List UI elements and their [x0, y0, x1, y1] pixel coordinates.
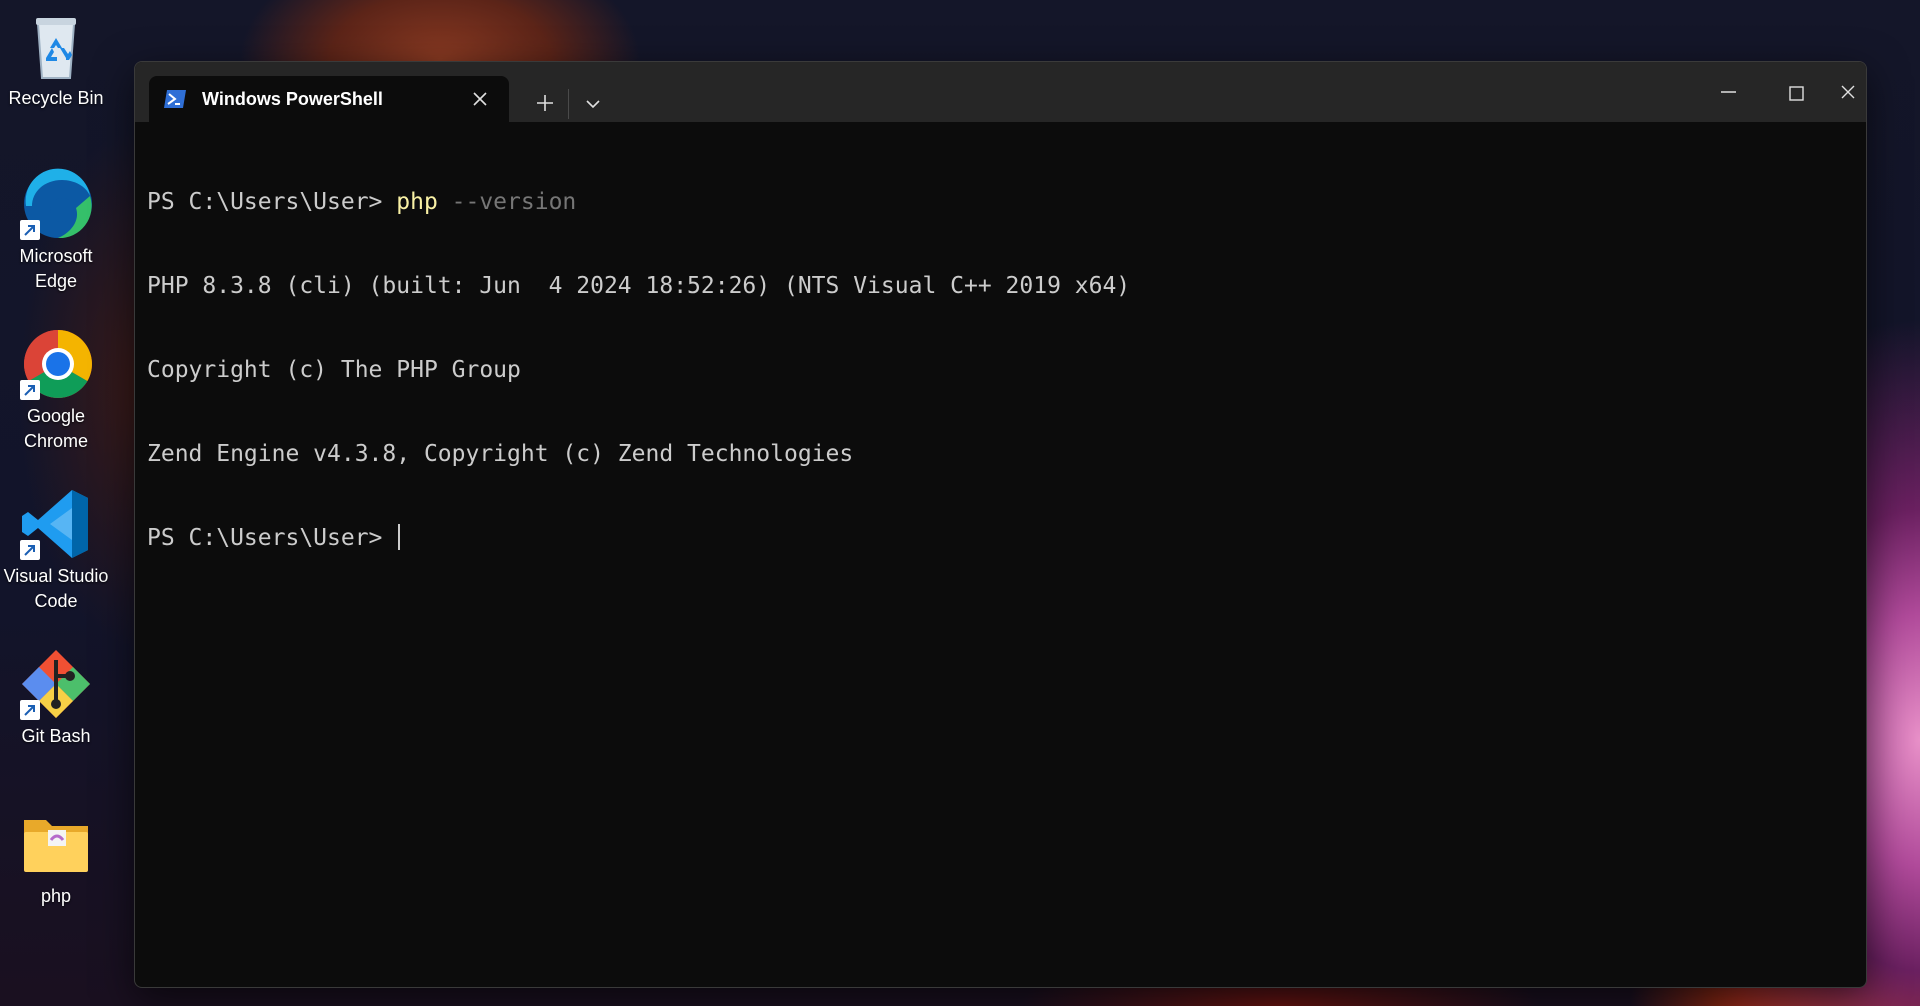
tab-windows-powershell[interactable]: Windows PowerShell — [149, 76, 509, 122]
console-line: Zend Engine v4.3.8, Copyright (c) Zend T… — [147, 441, 854, 467]
recycle-bin-icon — [18, 8, 94, 84]
tab-title: Windows PowerShell — [202, 89, 383, 109]
shortcut-arrow-icon — [20, 540, 40, 560]
desktop-icon-php-folder[interactable]: php — [0, 806, 112, 909]
edge-icon — [18, 166, 94, 242]
chevron-down-icon[interactable] — [576, 86, 610, 120]
close-icon[interactable] — [1830, 62, 1866, 122]
command-argument: --version — [437, 189, 577, 215]
console-line: PS C:\Users\User> — [147, 524, 1854, 552]
console-line: PS C:\Users\User> php --version — [147, 188, 1854, 216]
desktop-icon-recycle-bin[interactable]: Recycle Bin — [0, 8, 112, 111]
tab-separator — [568, 89, 569, 119]
desktop-icon-label: Microsoft Edge — [19, 246, 93, 291]
desktop-icon-edge[interactable]: Microsoft Edge — [0, 166, 112, 294]
text-cursor — [398, 524, 401, 550]
desktop-icon-label: Google Chrome — [23, 406, 89, 451]
shortcut-arrow-icon — [20, 700, 40, 720]
chrome-icon — [18, 326, 94, 402]
shortcut-arrow-icon — [20, 220, 40, 240]
prompt: PS C:\Users\User> — [147, 525, 397, 551]
desktop-icon-label: Recycle Bin — [8, 88, 104, 108]
minimize-icon[interactable] — [1694, 62, 1762, 122]
desktop-icon-git-bash[interactable]: Git Bash — [0, 646, 112, 749]
desktop-icon-vscode[interactable]: Visual Studio Code — [0, 486, 112, 614]
folder-icon — [18, 806, 94, 882]
powershell-icon — [163, 89, 187, 109]
prompt: PS C:\Users\User> — [147, 189, 397, 215]
shortcut-arrow-icon — [20, 380, 40, 400]
console-output[interactable]: PS C:\Users\User> php --version PHP 8.3.… — [147, 132, 1854, 987]
console-line: PHP 8.3.8 (cli) (built: Jun 4 2024 18:52… — [147, 273, 1131, 299]
desktop-icon-chrome[interactable]: Google Chrome — [0, 326, 112, 454]
tab-close-icon[interactable] — [470, 89, 490, 109]
desktop-icon-label: php — [40, 886, 72, 906]
desktop-icon-label: Visual Studio Code — [3, 566, 109, 611]
maximize-icon[interactable] — [1762, 62, 1830, 122]
command: php — [396, 189, 438, 215]
console-line: Copyright (c) The PHP Group — [147, 357, 521, 383]
desktop-icon-label: Git Bash — [21, 726, 91, 746]
vscode-icon — [18, 486, 94, 562]
new-tab-icon[interactable] — [528, 86, 562, 120]
git-bash-icon — [18, 646, 94, 722]
title-bar[interactable]: Windows PowerShell — [135, 62, 1866, 122]
terminal-window: Windows PowerShell PS C:\Users\User> php… — [134, 61, 1867, 988]
